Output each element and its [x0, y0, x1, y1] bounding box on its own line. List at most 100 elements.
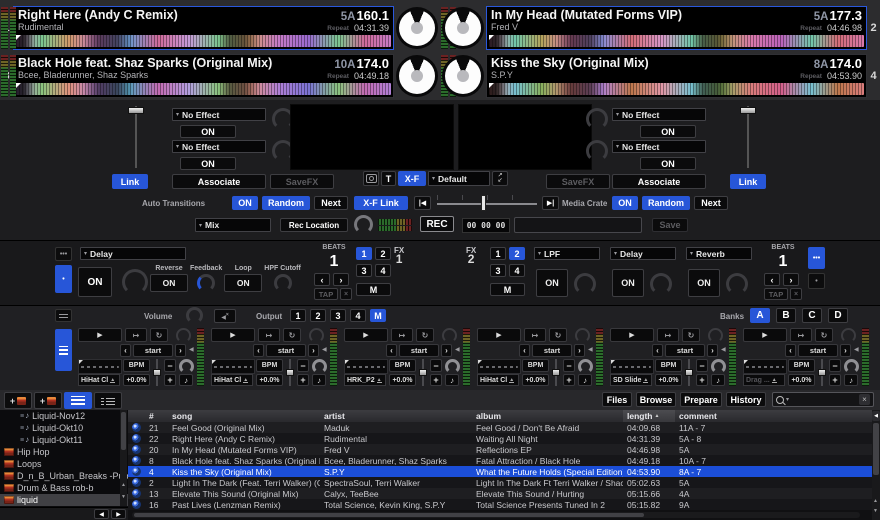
beats-decrease-button[interactable]: ‹ [764, 273, 780, 286]
crossfade-left-button[interactable]: |◀ [414, 196, 431, 210]
repeat-label[interactable]: Repeat [327, 25, 349, 32]
sample-mode-button[interactable]: ↦ [790, 328, 812, 342]
sample-pitch-knob[interactable] [711, 359, 726, 374]
sample-repeat-button[interactable]: ↻ [416, 328, 434, 342]
fx1-effect-select[interactable]: ▾Delay [80, 247, 186, 260]
crate-row[interactable]: ♪ Liquid-Nov12 [0, 410, 128, 422]
play-from-select[interactable]: start [133, 344, 173, 357]
cue-prev-button[interactable]: ‹ [785, 344, 796, 357]
pitch-up-button[interactable]: + [297, 374, 309, 386]
sample-gain-knob[interactable] [176, 328, 191, 343]
sample-volume-fader[interactable] [685, 359, 693, 386]
fullscreen-button[interactable]: ↗↙ [492, 171, 508, 186]
sample-gain-knob[interactable] [442, 328, 457, 343]
fx-slot-on-button[interactable]: ON [536, 269, 568, 297]
column-artist[interactable]: artist [320, 410, 472, 422]
deck-waveform[interactable] [489, 83, 864, 95]
view-list-button[interactable] [64, 392, 92, 409]
column-song[interactable]: song [168, 410, 320, 422]
sample-repeat-button[interactable]: ↻ [815, 328, 833, 342]
repeat-label[interactable]: Repeat [800, 73, 822, 80]
pitch-up-button[interactable]: + [164, 374, 176, 386]
sample-play-button[interactable]: ▶ [344, 328, 388, 342]
column-album[interactable]: album [472, 410, 623, 422]
record-filename-field[interactable] [514, 217, 642, 233]
track-row[interactable]: 2 Light In The Dark (Feat. Terri Walker)… [128, 477, 872, 488]
video-fader-right[interactable] [740, 106, 756, 168]
mute-icon[interactable]: ◀ [189, 346, 194, 353]
deck-2-panel[interactable]: In My Head (Mutated Forms VIP) Fred V 5A… [486, 6, 867, 50]
fx2-assign-2-button[interactable]: 2 [509, 247, 525, 260]
crate-row[interactable]: ♪ Loops [0, 458, 128, 470]
keylock-button[interactable]: ♪ [179, 374, 193, 386]
eject-icon[interactable]: ▲ [110, 378, 115, 383]
cue-prev-button[interactable]: ‹ [652, 344, 663, 357]
beats-decrease-button[interactable]: ‹ [314, 273, 330, 286]
search-input[interactable] [791, 394, 857, 406]
crate-row[interactable]: ♪ liquid [0, 494, 128, 506]
table-hscrollbar[interactable] [132, 512, 860, 518]
output-2-button[interactable]: 2 [310, 309, 326, 322]
fx-slot-knob[interactable] [574, 273, 596, 295]
record-button[interactable]: REC [420, 216, 454, 232]
sample-gain-knob[interactable] [575, 328, 590, 343]
track-row[interactable]: 8 Black Hole feat. Shaz Sparks (Original… [128, 455, 872, 466]
sample-mode-button[interactable]: ↦ [657, 328, 679, 342]
video-effect-on-button[interactable]: ON [640, 157, 696, 170]
cue-prev-button[interactable]: ‹ [519, 344, 530, 357]
mute-icon[interactable]: ◀ [854, 346, 859, 353]
fx-panel-menu-button[interactable]: ••• [808, 247, 825, 269]
media-crate-next-button[interactable]: Next [694, 196, 728, 210]
fx-param-knob[interactable] [197, 274, 215, 292]
fx-slot-select[interactable]: ▾Reverb [686, 247, 752, 260]
crate-hscroll[interactable]: ◀ ▶ [0, 507, 128, 520]
record-gain-knob[interactable] [354, 215, 373, 234]
scroll-up-icon[interactable]: ▲ [873, 498, 878, 504]
cue-prev-button[interactable]: ‹ [386, 344, 397, 357]
sample-waveform[interactable] [211, 359, 255, 374]
keylock-button[interactable]: ♪ [445, 374, 459, 386]
jog-wheel[interactable] [396, 7, 438, 49]
rec-location-button[interactable]: Rec Location [280, 218, 348, 232]
keylock-button[interactable]: ♪ [711, 374, 725, 386]
fx-panel-tab[interactable]: • [808, 273, 825, 289]
pitch-down-button[interactable]: − [297, 359, 309, 372]
sample-mode-button[interactable]: ↦ [524, 328, 546, 342]
prepare-button[interactable]: Prepare [680, 392, 722, 407]
transitions-random-button[interactable]: Random [262, 196, 310, 210]
video-effect-select[interactable]: ▾No Effect [612, 108, 706, 121]
beats-increase-button[interactable]: › [333, 273, 349, 286]
fx-param-on-button[interactable]: ON [150, 274, 188, 292]
video-effect-select[interactable]: ▾No Effect [612, 140, 706, 153]
deck-1-panel[interactable]: Right Here (Andy C Remix) Rudimental 5A1… [13, 6, 394, 50]
mute-icon[interactable]: ◀ [322, 346, 327, 353]
cue-prev-button[interactable]: ‹ [253, 344, 264, 357]
fx1-assign-3-button[interactable]: 3 [356, 264, 372, 277]
bank-c-button[interactable]: C [802, 308, 822, 323]
sample-volume-fader[interactable] [552, 359, 560, 386]
associate-button[interactable]: Associate [172, 174, 266, 189]
video-effect-knob[interactable] [586, 140, 608, 162]
eject-icon[interactable]: ▲ [643, 378, 648, 383]
library-search[interactable]: ▾ × [772, 392, 874, 407]
sample-waveform[interactable] [477, 359, 521, 374]
sample-repeat-button[interactable]: ↻ [150, 328, 168, 342]
fx2-master-button[interactable]: M [490, 283, 525, 296]
crate-row[interactable]: ♪ D_n_B_Urban_Breaks -Publik [0, 470, 128, 482]
fx1-master-button[interactable]: M [356, 283, 391, 296]
transitions-next-button[interactable]: Next [314, 196, 348, 210]
sampler-mute-button[interactable]: ◀× [214, 309, 236, 323]
video-effect-select[interactable]: ▾No Effect [172, 140, 266, 153]
sample-mode-button[interactable]: ↦ [391, 328, 413, 342]
fx1-assign-4-button[interactable]: 4 [375, 264, 391, 277]
cue-next-button[interactable]: › [840, 344, 851, 357]
crate-row[interactable]: ♪ Drum & Bass rob-b [0, 482, 128, 494]
track-row[interactable]: 20 In My Head (Mutated Forms VIP) Fred V… [128, 444, 872, 455]
sample-pitch-knob[interactable] [844, 359, 859, 374]
column-length[interactable]: length▲ [623, 410, 675, 422]
pitch-down-button[interactable]: − [164, 359, 176, 372]
sample-volume-fader[interactable] [286, 359, 294, 386]
sampler-volume-knob[interactable] [186, 307, 203, 324]
fx1-assign-1-button[interactable]: 1 [356, 247, 372, 260]
output-4-button[interactable]: 4 [350, 309, 366, 322]
